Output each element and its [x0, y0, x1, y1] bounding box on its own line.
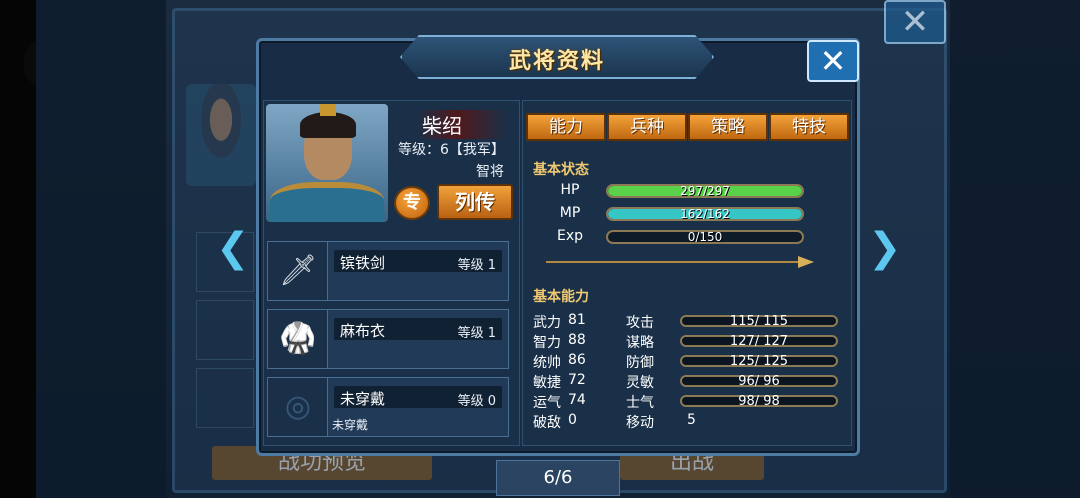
attribute-label: 统帅 — [533, 355, 561, 371]
dialog-title: 武将资料 — [508, 49, 605, 74]
hero-level: 等级：6【我军】 — [398, 142, 505, 158]
combat-stat-value: 115/ 115 — [729, 314, 789, 329]
equipment-level: 等级 0 — [457, 394, 496, 409]
page-number: 6/6 — [543, 467, 573, 488]
attribute-label: 运气 — [533, 395, 561, 411]
combat-stat-value: 98/ 98 — [738, 394, 780, 409]
tab-ability[interactable]: 能力 — [526, 113, 606, 141]
attribute-label: 武力 — [533, 315, 561, 331]
tab-skills[interactable]: 特技 — [769, 113, 849, 141]
background-right-edge — [950, 0, 1080, 498]
prev-arrow-icon[interactable]: ❮ — [216, 224, 250, 272]
hp-label: HP — [560, 182, 580, 198]
empty-slot-icon: ◎ — [268, 378, 328, 436]
tab-troops[interactable]: 兵种 — [607, 113, 687, 141]
attribute-label: 破敌 — [533, 415, 561, 431]
basic-ability-title: 基本能力 — [533, 289, 589, 305]
mp-label: MP — [559, 205, 581, 221]
equipment-slot-weapon[interactable]: 🗡 镔铁剑 等级 1 — [267, 241, 509, 301]
next-arrow-icon[interactable]: ❯ — [868, 224, 902, 272]
mp-bar: 162/162 — [606, 207, 804, 221]
portrait-crown — [320, 104, 336, 116]
combat-stat-bar: 96/ 96 — [680, 374, 838, 389]
equipment-slot-armor[interactable]: 🥋 麻布衣 等级 1 — [267, 309, 509, 369]
specialty-button[interactable]: 专 — [394, 186, 430, 220]
combat-stat-label: 移动 — [626, 415, 654, 431]
attribute-value: 74 — [568, 392, 586, 408]
combat-stat-value: 125/ 125 — [729, 354, 789, 369]
attribute-value: 86 — [568, 352, 586, 368]
exp-bar: 0/150 — [606, 230, 804, 244]
equipment-name: 未穿戴 — [340, 390, 386, 408]
equipment-name: 镔铁剑 — [340, 254, 386, 272]
combat-stat-bar: 125/ 125 — [680, 354, 838, 369]
background-slot — [196, 300, 254, 360]
combat-stat-label: 灵敏 — [626, 375, 654, 391]
combat-stat-value: 127/ 127 — [729, 334, 789, 349]
close-button[interactable]: ✕ — [807, 40, 859, 82]
equipment-name: 麻布衣 — [340, 322, 386, 340]
combat-stat-value: 5 — [687, 412, 696, 428]
armor-icon: 🥋 — [268, 310, 328, 368]
equipment-slot-accessory[interactable]: ◎ 未穿戴 等级 0 未穿戴 — [267, 377, 509, 437]
combat-stat-label: 士气 — [626, 395, 654, 411]
tab-strategy[interactable]: 策略 — [688, 113, 768, 141]
sword-icon: 🗡 — [268, 242, 328, 300]
combat-stat-bar: 127/ 127 — [680, 334, 838, 349]
combat-stat-bar: 115/ 115 — [680, 314, 838, 329]
background-left-edge — [36, 0, 166, 498]
combat-stat-value: 96/ 96 — [738, 374, 780, 389]
combat-stat-label: 攻击 — [626, 315, 654, 331]
page-indicator: 6/6 — [496, 460, 620, 496]
background-portrait — [186, 84, 256, 186]
exp-label: Exp — [556, 228, 584, 244]
combat-stat-label: 谋略 — [626, 335, 654, 351]
biography-button[interactable]: 列传 — [437, 184, 513, 220]
hp-value: 297/297 — [680, 184, 730, 198]
attribute-value: 81 — [568, 312, 586, 328]
equipment-level: 等级 1 — [457, 326, 496, 341]
exp-value: 0/150 — [687, 230, 723, 244]
hp-bar: 297/297 — [606, 184, 804, 198]
attribute-value: 88 — [568, 332, 586, 348]
background-slot — [196, 368, 254, 428]
specialty-label: 专 — [403, 192, 421, 213]
attribute-value: 72 — [568, 372, 586, 388]
combat-stat-label: 防御 — [626, 355, 654, 371]
close-icon: ✕ — [900, 2, 930, 42]
attribute-label: 敏捷 — [533, 375, 561, 391]
equipment-note: 未穿戴 — [332, 418, 369, 432]
hero-portrait — [266, 104, 388, 222]
spear-divider — [546, 256, 814, 268]
hero-role: 智将 — [476, 164, 504, 180]
attribute-value: 0 — [568, 412, 577, 428]
attribute-label: 智力 — [533, 335, 561, 351]
mp-value: 162/162 — [680, 207, 730, 221]
equipment-level: 等级 1 — [457, 258, 496, 273]
hero-name: 柴绍 — [416, 110, 508, 139]
combat-stat-bar: 98/ 98 — [680, 394, 838, 409]
background-close-button[interactable]: ✕ — [884, 0, 946, 44]
basic-status-title: 基本状态 — [533, 162, 589, 178]
portrait-body — [270, 182, 384, 222]
close-icon: ✕ — [819, 42, 847, 80]
